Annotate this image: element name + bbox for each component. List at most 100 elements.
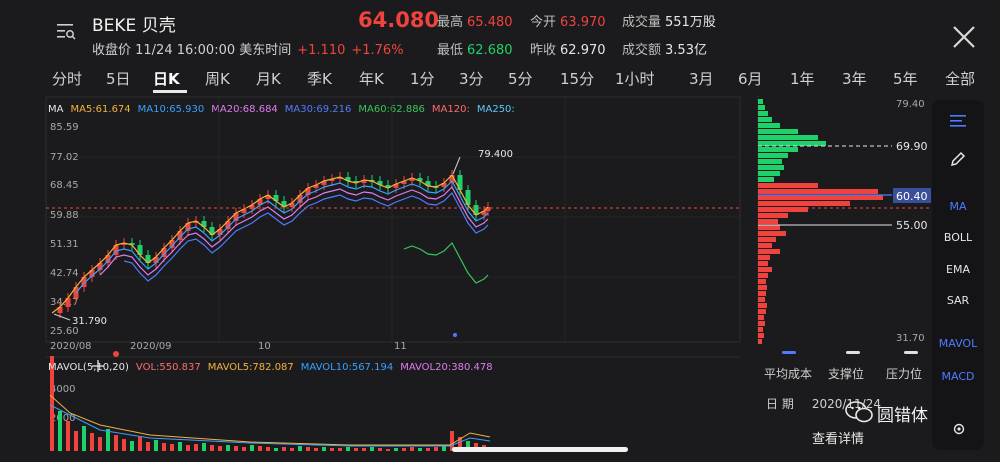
tab-15[interactable]: 3年 [842,68,867,89]
x-tick-label: 10 [258,341,271,352]
profile-bar [758,189,878,194]
profile-bar [758,339,762,344]
stat-1: 今开 63.970 [530,11,606,30]
volume-bar [298,446,302,451]
volume-bar [346,447,350,451]
tab-16[interactable]: 5年 [893,68,918,89]
volume-bar [178,442,182,451]
tab-17[interactable]: 全部 [945,68,975,89]
list-icon[interactable] [950,114,966,128]
stat-2: 成交量 551万股 [622,11,716,30]
volume-bar [146,442,150,451]
tab-6[interactable]: 年K [359,68,384,89]
profile-bar [758,315,764,320]
stat-value: 3.53亿 [665,43,707,58]
profile-bar [758,195,883,200]
x-tick-label: 2020/09 [130,341,172,352]
profile-bar [758,141,826,146]
volume-bar [314,448,318,451]
profile-bar [758,105,765,110]
x-tick-label: 11 [394,341,407,352]
active-tab-indicator [153,90,187,93]
volume-bar [138,437,142,451]
tab-0[interactable]: 分时 [52,68,82,89]
last-price: 64.080 [358,8,440,32]
low-annotation-line [53,313,71,321]
profile-bar [758,321,765,326]
stat-value: 65.480 [467,15,513,30]
volume-bar [162,443,166,451]
volume-bar [218,446,222,451]
profile-bar [758,327,763,332]
watermark-text: 圆错体 [877,406,928,426]
wechat-icon [845,401,873,423]
event-dot [113,351,119,357]
y-tick-label: 85.59 [50,122,79,133]
profile-bar [758,219,778,224]
tab-1[interactable]: 5日 [106,68,131,89]
volume-bar [242,447,246,451]
candlestick-chart[interactable]: 85.5977.0268.4559.8851.3142.7434.1725.60… [0,95,760,462]
legend-swatch [782,351,796,354]
tab-8[interactable]: 3分 [459,68,484,89]
volume-bar [290,448,294,451]
period-tabs: 分时 5日 日K 周K 月K 季K 年K 1分 3分 5分 15分 1小时 3月 6月 1年 3年 5年 全部 [0,64,1000,92]
tab-7[interactable]: 1分 [410,68,435,89]
tab-11[interactable]: 1小时 [615,68,655,89]
mavol-label[interactable]: MAVOL(5,10,20) [48,362,129,373]
volume-bar [258,446,262,451]
indicator-sar[interactable]: SAR [932,294,984,307]
indicator-mavol[interactable]: MAVOL [932,337,984,350]
tab-2[interactable]: 日K [153,68,180,89]
indicator-ema[interactable]: EMA [932,263,984,276]
tab-3[interactable]: 周K [205,68,230,89]
indicator-boll[interactable]: BOLL [932,231,984,244]
price-change: +1.110 [297,43,346,58]
profile-bar [758,279,766,284]
profile-bar [758,291,766,296]
profile-bar [758,243,772,248]
volume-bar [338,448,342,451]
view-details-link[interactable]: 查看详情 [812,428,864,447]
profile-bar [758,249,780,254]
quote-header: BEKE 贝壳 收盘价 11/24 16:00:00 美东时间 +1.110 +1.… [0,0,1000,62]
profile-bar [758,99,763,104]
stat-0: 最高 65.480 [437,11,513,30]
tab-14[interactable]: 1年 [790,68,815,89]
legend-swatch [846,351,860,354]
x-tick-label: 2020/08 [50,341,92,352]
volume-bar [122,439,126,451]
tab-12[interactable]: 3月 [689,68,714,89]
profile-bar [758,237,776,242]
close-icon[interactable] [950,23,978,51]
legend-swatch [904,351,918,354]
indicator-macd[interactable]: MACD [932,370,984,383]
tab-13[interactable]: 6月 [738,68,763,89]
volume-bar [170,444,174,451]
tab-5[interactable]: 季K [307,68,332,89]
y-tick-label: 77.02 [50,152,79,163]
stat-label: 最低 [437,43,464,58]
list-search-icon[interactable] [55,20,77,42]
settings-icon[interactable] [952,422,966,436]
tab-9[interactable]: 5分 [508,68,533,89]
profile-bar [758,267,772,272]
volume-bar [378,448,382,451]
volume-bar [98,437,102,451]
pressure-label: 69.90 [896,140,928,153]
y-tick-label: 68.45 [50,180,79,191]
volume-bar [418,448,422,451]
tab-4[interactable]: 月K [256,68,281,89]
profile-bar [758,273,768,278]
stat-value: 551万股 [665,15,716,30]
indicator-panel: MA BOLL EMA SAR MAVOL MACD [932,100,984,450]
indicator-ma[interactable]: MA [932,200,984,213]
stat-4: 昨收 62.970 [530,39,606,58]
volume-bar [402,448,406,451]
tab-10[interactable]: 15分 [560,68,594,89]
pencil-icon[interactable] [949,150,967,168]
volume-bar [82,426,86,451]
volume-profile-chart: 79.40 69.90 60.40 55.00 31.70 [757,95,932,344]
volume-bar [74,431,78,451]
legend-item-2: 压力位 [886,367,923,381]
